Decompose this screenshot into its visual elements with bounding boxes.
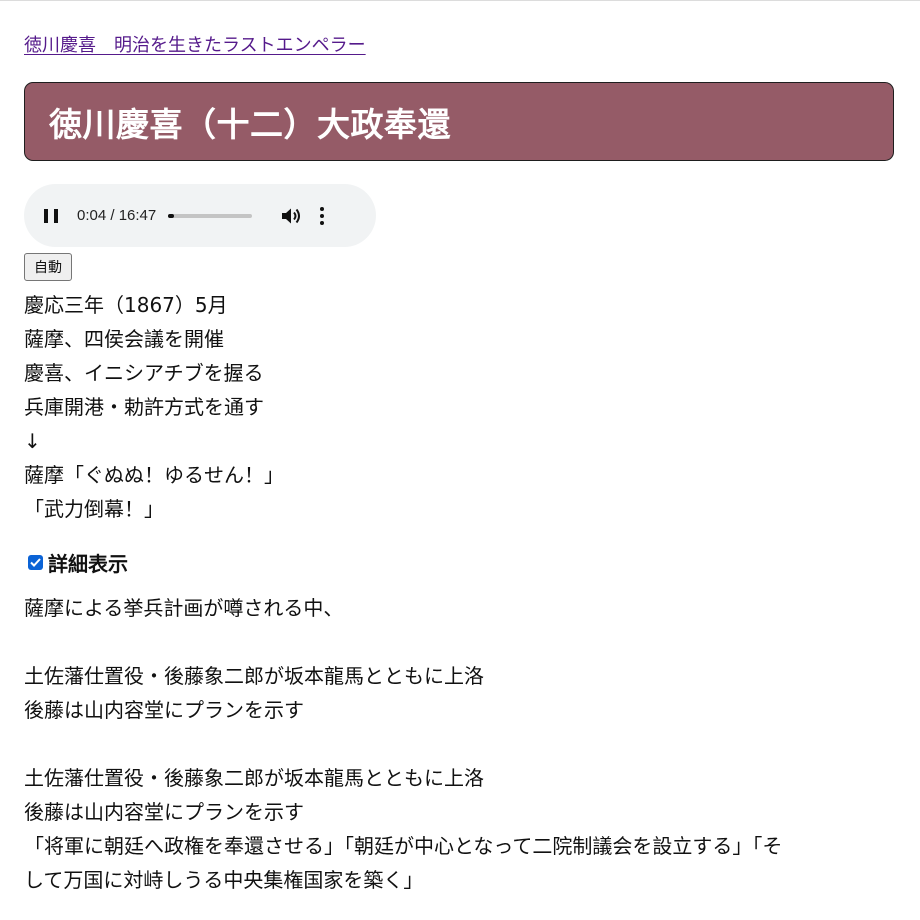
detail-line: 後藤は山内容堂にプランを示す: [24, 698, 304, 722]
detail-line: 「将軍に朝廷へ政権を奉還させる」「朝廷が中心となって二院制議会を設立する」「そ: [24, 834, 783, 858]
progress-slider[interactable]: [168, 213, 253, 218]
summary-line: 薩摩「ぐぬぬ！ゆるせん！」: [24, 463, 284, 487]
audio-player[interactable]: 0:04 / 16:47: [24, 184, 376, 247]
summary-line: 慶喜、イニシアチブを握る: [24, 361, 264, 385]
detail-toggle-label: 詳細表示: [48, 552, 128, 576]
detail-line: 土佐藩仕置役・後藤象二郎が坂本龍馬とともに上洛: [24, 766, 484, 790]
summary-line: 慶応三年（1867）5月: [24, 293, 228, 317]
pause-icon[interactable]: [44, 208, 58, 223]
detail-line: 薩摩による挙兵計画が噂される中、: [24, 596, 344, 620]
detail-toggle[interactable]: 詳細表示: [24, 548, 896, 577]
summary-line: 「武力倒幕！」: [24, 497, 164, 521]
summary-text: 慶応三年（1867）5月 薩摩、四侯会議を開催慶喜、イニシアチブを握る 兵庫開港・勅…: [24, 288, 896, 526]
detail-body: 薩摩による挙兵計画が噂される中、土佐藩仕置役・後藤象二郎が坂本龍馬とともに上洛後…: [24, 591, 896, 897]
detail-paragraph: 薩摩による挙兵計画が噂される中、: [24, 591, 896, 625]
detail-paragraph: 土佐藩仕置役・後藤象二郎が坂本龍馬とともに上洛 後藤は山内容堂にプランを示す「将軍…: [24, 761, 896, 897]
detail-line: して万国に対峙しうる中央集権国家を築く」: [24, 868, 424, 892]
page-title: 徳川慶喜（十二）大政奉還: [49, 104, 451, 144]
check-icon: [30, 558, 41, 567]
detail-line: 後藤は山内容堂にプランを示す: [24, 800, 304, 824]
detail-line: 土佐藩仕置役・後藤象二郎が坂本龍馬とともに上洛: [24, 664, 484, 688]
breadcrumb-link[interactable]: 徳川慶喜 明治を生きたラストエンペラー: [24, 34, 366, 58]
time-display: 0:04 / 16:47: [77, 207, 157, 224]
summary-line: 兵庫開港・勅許方式を通す: [24, 395, 264, 419]
volume-icon[interactable]: [281, 207, 301, 225]
more-vert-icon[interactable]: [319, 206, 325, 225]
title-banner: 徳川慶喜（十二）大政奉還: [24, 82, 894, 161]
page: 徳川慶喜 明治を生きたラストエンペラー 徳川慶喜（十二）大政奉還 0:04 / …: [0, 1, 920, 920]
progress-fill: [168, 213, 175, 218]
auto-button[interactable]: 自動: [24, 253, 72, 281]
detail-paragraph: 土佐藩仕置役・後藤象二郎が坂本龍馬とともに上洛 後藤は山内容堂にプランを示す: [24, 659, 896, 727]
detail-checkbox[interactable]: [28, 555, 43, 570]
summary-line: 薩摩、四侯会議を開催: [24, 327, 224, 351]
summary-line: ↓: [24, 429, 41, 453]
